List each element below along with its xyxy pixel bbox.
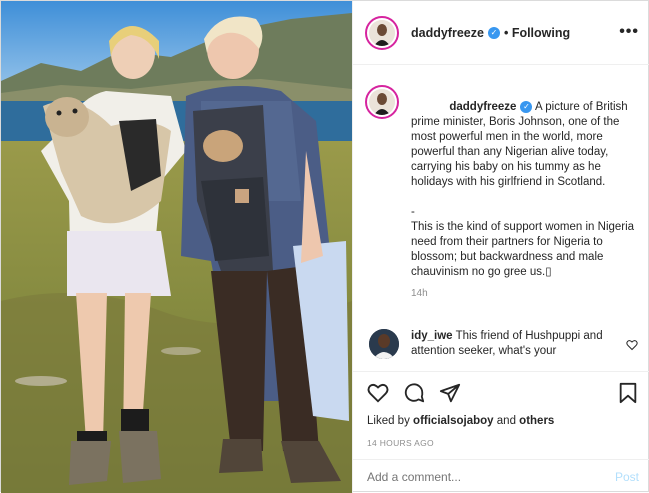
comment-icon[interactable] [403,382,425,407]
likes-others-link[interactable]: others [519,415,554,427]
likes-summary: Liked by officialsojaboy and others [367,415,555,427]
author-username[interactable]: daddyfreeze [411,26,484,40]
more-options-icon[interactable]: ••• [619,23,639,41]
commenter-username[interactable]: idy_iwe [411,330,453,342]
author-avatar[interactable] [365,15,399,50]
liker-username[interactable]: officialsojaboy [413,415,494,427]
verified-badge-icon: ✓ [487,26,500,39]
post-side-panel: daddyfreeze ✓ • Following ••• daddyfreez… [352,1,649,493]
add-comment-bar: Post [353,459,649,493]
share-icon[interactable] [439,382,461,407]
caption-body: daddyfreeze ✓ A picture of British prime … [411,85,639,301]
post-header: daddyfreeze ✓ • Following ••• [353,1,649,65]
comment-input[interactable] [367,469,597,484]
post-timestamp: 14 HOURS AGO [367,438,434,448]
heart-icon[interactable] [367,382,389,407]
small-heart-icon[interactable] [626,339,638,354]
post-caption: daddyfreeze ✓ A picture of British prime … [365,85,645,301]
caption-paragraph-2: This is the kind of support women in Nig… [411,221,635,278]
post-actions: Liked by officialsojaboy and others 14 H… [353,371,649,457]
bookmark-icon[interactable] [617,382,639,407]
post-comment-button[interactable]: Post [615,470,639,484]
caption-username[interactable]: daddyfreeze [449,101,516,113]
caption-age: 14h [411,288,428,299]
caption-separator: - [411,206,415,218]
caption-paragraph-1: A picture of British prime minister, Bor… [411,101,631,188]
follow-status[interactable]: • Following [504,26,570,40]
post-photo[interactable] [1,1,352,493]
comment-body: idy_iwe This friend of Hushpuppi and att… [411,329,617,359]
comment-item: idy_iwe This friend of Hushpuppi and att… [365,329,645,359]
post-dialog: daddyfreeze ✓ • Following ••• daddyfreez… [0,0,649,493]
verified-badge-icon: ✓ [520,100,533,113]
caption-author-avatar[interactable] [365,85,399,119]
commenter-avatar[interactable] [369,329,399,359]
